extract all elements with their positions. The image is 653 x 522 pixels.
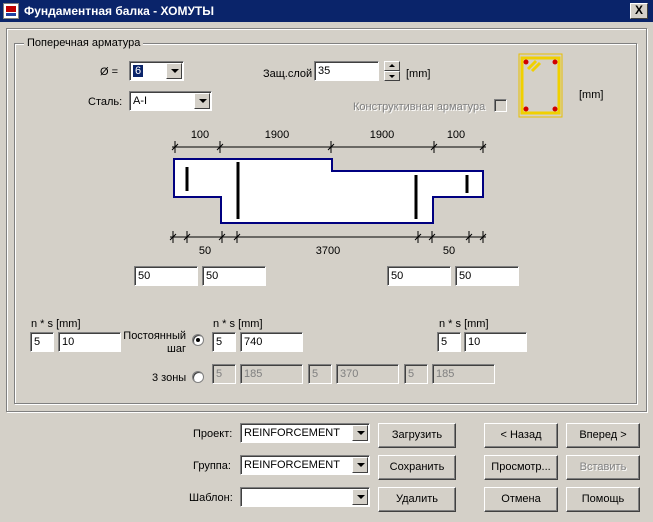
help-button[interactable]: Помощь (566, 487, 640, 512)
diameter-label: Ø = (100, 66, 119, 78)
offset-value: 50 (391, 270, 404, 282)
top-dim-label: 100 (447, 129, 465, 141)
group-select[interactable]: REINFORCEMENT (240, 455, 370, 475)
left-s-input[interactable]: 10 (58, 332, 121, 352)
constant-step-radio[interactable] (192, 334, 204, 346)
bottom-dimension-line (169, 231, 487, 243)
right-s-input[interactable]: 10 (464, 332, 527, 352)
window-title: Фундаментная балка - ХОМУТЫ (24, 4, 215, 18)
right-n-input[interactable]: 5 (437, 332, 461, 352)
zone-input[interactable]: 5 (308, 364, 332, 384)
project-select[interactable]: REINFORCEMENT (240, 423, 370, 443)
cover-value: 35 (318, 65, 331, 77)
constant-step-label: Постоянный шаг (123, 330, 186, 355)
group-value: REINFORCEMENT (244, 459, 340, 471)
right-spacing-header: n * s [mm] (439, 318, 489, 330)
chevron-down-icon[interactable] (352, 457, 368, 473)
project-value: REINFORCEMENT (244, 427, 340, 439)
top-dim-label: 1900 (370, 129, 394, 141)
load-button[interactable]: Загрузить (378, 423, 456, 448)
zone-input[interactable]: 185 (240, 364, 303, 384)
middle-n-input[interactable]: 5 (212, 332, 236, 352)
template-label: Шаблон: (189, 492, 233, 504)
offset-value: 50 (206, 270, 219, 282)
title-bar: Фундаментная балка - ХОМУТЫ X (0, 0, 653, 22)
top-dim-label: 1900 (265, 129, 289, 141)
bottom-dim-label: 3700 (316, 245, 340, 257)
offset-value: 50 (459, 270, 472, 282)
beam-outline (173, 158, 484, 224)
left-n-input[interactable]: 5 (30, 332, 54, 352)
preview-button[interactable]: Просмотр... (484, 455, 558, 480)
zone-input[interactable]: 5 (212, 364, 236, 384)
steel-value: A-I (133, 95, 148, 107)
chevron-down-icon[interactable] (166, 63, 182, 79)
middle-spacing-header: n * s [mm] (213, 318, 263, 330)
spin-up-icon[interactable] (384, 61, 400, 71)
chevron-down-icon[interactable] (352, 425, 368, 441)
section-unit: [mm] (579, 89, 604, 101)
bottom-dim-label: 50 (199, 245, 211, 257)
zone-value: 5 (216, 368, 223, 380)
zone-input[interactable]: 5 (404, 364, 428, 384)
offset-input[interactable]: 50 (455, 266, 519, 286)
insert-button[interactable]: Вставить (566, 455, 640, 480)
next-button[interactable]: Вперед > (566, 423, 640, 448)
offset-input[interactable]: 50 (387, 266, 451, 286)
stirrup-section-icon (518, 53, 563, 118)
middle-n-value: 5 (216, 336, 223, 348)
cover-unit: [mm] (406, 68, 431, 80)
group-label: Группа: (193, 460, 231, 472)
template-select[interactable] (240, 487, 370, 507)
cover-spinner[interactable] (384, 61, 400, 81)
cancel-button[interactable]: Отмена (484, 487, 558, 512)
zone-input[interactable]: 185 (432, 364, 495, 384)
left-n-value: 5 (34, 336, 41, 348)
right-s-value: 10 (468, 336, 481, 348)
offset-value: 50 (138, 270, 151, 282)
diameter-value: 6 (133, 65, 144, 77)
zone-input[interactable]: 370 (336, 364, 399, 384)
constructive-checkbox[interactable] (494, 99, 507, 112)
delete-button[interactable]: Удалить (378, 487, 456, 512)
spin-down-icon[interactable] (384, 71, 400, 81)
beam-diagram: 100 1900 1900 100 50 3700 50 (169, 129, 487, 257)
left-spacing-header: n * s [mm] (31, 318, 81, 330)
cover-label: Защ.слой (263, 68, 313, 80)
zone-value: 370 (340, 368, 359, 380)
top-dim-label: 100 (191, 129, 209, 141)
zone-value: 185 (244, 368, 263, 380)
diameter-select[interactable]: 6 (129, 61, 184, 81)
offset-input[interactable]: 50 (202, 266, 266, 286)
offset-input[interactable]: 50 (134, 266, 198, 286)
app-icon (3, 3, 19, 19)
middle-s-input[interactable]: 740 (240, 332, 303, 352)
cover-input[interactable]: 35 (314, 61, 379, 81)
three-zones-radio[interactable] (192, 371, 204, 383)
group-title: Поперечная арматура (24, 37, 144, 49)
steel-select[interactable]: A-I (129, 91, 212, 111)
chevron-down-icon[interactable] (194, 93, 210, 109)
zone-value: 185 (436, 368, 455, 380)
close-button[interactable]: X (630, 3, 648, 19)
steel-label: Сталь: (88, 96, 123, 108)
left-s-value: 10 (62, 336, 75, 348)
right-n-value: 5 (441, 336, 448, 348)
zone-value: 5 (408, 368, 415, 380)
save-button[interactable]: Сохранить (378, 455, 456, 480)
middle-s-value: 740 (244, 336, 263, 348)
zone-value: 5 (312, 368, 319, 380)
back-button[interactable]: < Назад (484, 423, 558, 448)
three-zones-label: 3 зоны (152, 372, 187, 384)
chevron-down-icon[interactable] (352, 489, 368, 505)
constructive-label: Конструктивная арматура (353, 101, 486, 113)
top-dimension-line (171, 141, 487, 153)
bottom-dim-label: 50 (443, 245, 455, 257)
project-label: Проект: (193, 428, 233, 440)
